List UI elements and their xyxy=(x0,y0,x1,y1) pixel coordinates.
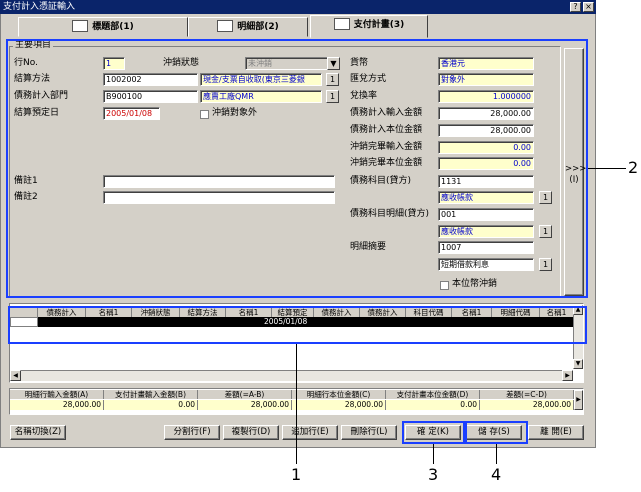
total-value: 28,000.00 xyxy=(480,400,574,410)
callout-number-1: 1 xyxy=(291,465,302,484)
scroll-left-icon[interactable]: ◀ xyxy=(10,370,21,381)
total-header: 明細行本位金額(C) xyxy=(292,390,386,399)
delete-row-button[interactable]: 刪除行(L) xyxy=(341,425,397,440)
total-value: 28,000.00 xyxy=(10,400,104,410)
callout-line-3 xyxy=(433,444,434,464)
scroll-down-icon[interactable]: ▼ xyxy=(573,359,583,369)
callout-number-4: 4 xyxy=(491,465,502,484)
callout-line-2 xyxy=(588,168,626,169)
add-row-button[interactable]: 追加行(E) xyxy=(282,425,338,440)
tab-payment-plan[interactable]: 支付計畫(3) xyxy=(310,15,428,38)
callout-line-4 xyxy=(496,444,497,464)
tab-payment-plan-label: 支付計畫(3) xyxy=(353,20,405,30)
window-title: 支付計入憑証輸入 xyxy=(3,2,76,12)
tab-header-label: 標題部(1) xyxy=(92,22,134,32)
total-header: 差額(=C-D) xyxy=(480,390,574,399)
tab-header[interactable]: 標題部(1) xyxy=(18,17,188,37)
total-value: 0.00 xyxy=(386,400,480,410)
tab-detail-label: 明細部(2) xyxy=(237,22,279,32)
callout-number-2: 2 xyxy=(628,158,639,177)
help-button[interactable]: ? xyxy=(570,2,581,12)
scroll-right-icon[interactable]: ▶ xyxy=(562,370,573,381)
close-button[interactable]: 離 開(E) xyxy=(528,425,584,440)
highlight-confirm-button xyxy=(402,421,465,444)
total-header: 差額(=A-B) xyxy=(198,390,292,399)
document-icon xyxy=(217,19,234,32)
grid-horizontal-scrollbar[interactable] xyxy=(10,370,573,381)
tab-detail[interactable]: 明細部(2) xyxy=(188,17,308,37)
form-icon xyxy=(333,17,350,30)
totals-scroll-icon[interactable]: ▶ xyxy=(574,390,583,410)
split-row-button[interactable]: 分割行(F) xyxy=(164,425,220,440)
name-switch-button[interactable]: 名稱切換(Z) xyxy=(10,425,66,440)
total-value: 0.00 xyxy=(104,400,198,410)
close-window-button[interactable]: × xyxy=(583,2,594,12)
total-value: 28,000.00 xyxy=(198,400,292,410)
callout-line-1 xyxy=(296,344,297,464)
highlight-save-button xyxy=(465,421,528,444)
title-bar: 支付計入憑証輸入 xyxy=(0,0,596,14)
highlight-main-area xyxy=(6,39,588,298)
total-header: 明細行輸入金額(A) xyxy=(10,390,104,399)
callout-number-3: 3 xyxy=(428,465,439,484)
total-value: 28,000.00 xyxy=(292,400,386,410)
total-header: 支付計畫本位金額(D) xyxy=(386,390,480,399)
book-icon xyxy=(72,19,89,32)
copy-row-button[interactable]: 複製行(D) xyxy=(223,425,279,440)
highlight-grid-area xyxy=(8,306,587,344)
total-header: 支付計畫輸入金額(B) xyxy=(104,390,198,399)
